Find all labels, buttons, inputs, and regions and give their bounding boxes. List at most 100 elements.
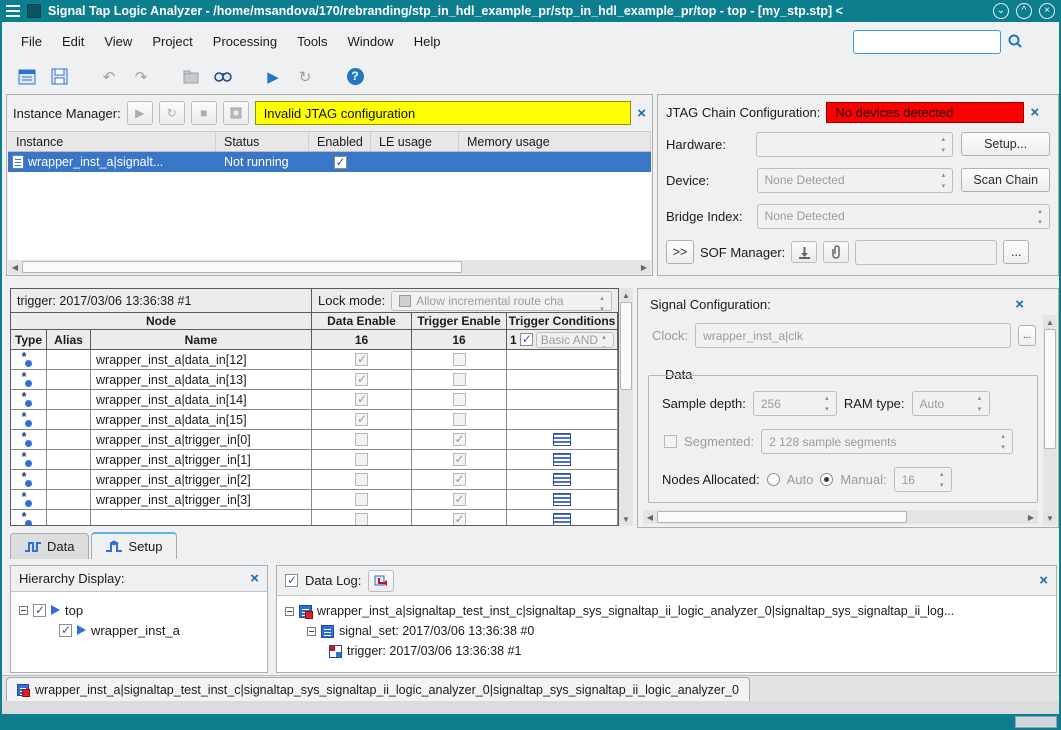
data-enable-checkbox[interactable] — [355, 353, 368, 366]
compile-icon[interactable] — [178, 64, 204, 90]
log-instance-label[interactable]: wrapper_inst_a|signaltap_test_inst_c|sig… — [317, 604, 954, 618]
table-row[interactable]: * wrapper_inst_a|data_in[14] — [11, 390, 618, 410]
column-enabled[interactable]: Enabled — [309, 132, 371, 151]
trigger-condition-icon[interactable] — [553, 473, 571, 486]
segmented-checkbox[interactable] — [664, 435, 677, 448]
lock-mode-select[interactable]: Allow incremental route cha — [391, 291, 612, 311]
im-autorun-icon[interactable]: ↻ — [159, 101, 185, 125]
spinner-icon[interactable] — [936, 469, 948, 491]
node-alias-cell[interactable] — [47, 410, 91, 429]
scroll-left-icon[interactable]: ◀ — [8, 260, 22, 274]
sample-depth-select[interactable]: 256 — [753, 391, 837, 416]
shade-button[interactable]: ⌄ — [993, 3, 1009, 19]
spinner-icon[interactable] — [821, 393, 833, 415]
im-run-analysis-icon[interactable]: ▶ — [127, 101, 153, 125]
tab-setup[interactable]: Setup — [91, 532, 177, 559]
trigger-condition-cell[interactable] — [507, 430, 618, 449]
data-enable-checkbox[interactable] — [355, 373, 368, 386]
menu-window[interactable]: Window — [338, 31, 402, 52]
undo-icon[interactable]: ↶ — [96, 64, 122, 90]
node-alias-cell[interactable] — [47, 490, 91, 509]
scroll-up-icon[interactable]: ▲ — [1043, 315, 1057, 329]
log-trigger-label[interactable]: trigger: 2017/03/06 13:36:38 #1 — [347, 644, 521, 658]
tab-data[interactable]: Data — [10, 533, 89, 559]
search-input[interactable] — [853, 30, 1001, 54]
trigger-condition-icon[interactable] — [553, 453, 571, 466]
scroll-thumb[interactable] — [22, 261, 462, 273]
data-enable-checkbox[interactable] — [355, 413, 368, 426]
node-alias-cell[interactable] — [47, 350, 91, 369]
trigger-condition-cell[interactable] — [507, 470, 618, 489]
trigger-condition-cell[interactable] — [507, 410, 618, 429]
menu-tools[interactable]: Tools — [288, 31, 336, 52]
hierarchy-close-icon[interactable]: × — [250, 571, 259, 586]
device-select[interactable]: None Detected — [757, 168, 954, 193]
node-name[interactable]: wrapper_inst_a|data_in[13] — [91, 370, 312, 389]
data-enable-checkbox[interactable] — [355, 393, 368, 406]
node-name[interactable]: wrapper_inst_a|trigger_in[1] — [91, 450, 312, 469]
trigger-condition-cell[interactable] — [507, 390, 618, 409]
menu-edit[interactable]: Edit — [53, 31, 93, 52]
hierarchy-top-label[interactable]: top — [65, 603, 83, 618]
scan-chain-button[interactable]: Scan Chain — [961, 168, 1050, 192]
spinner-icon[interactable] — [596, 293, 608, 311]
instance-tab[interactable]: wrapper_inst_a|signaltap_test_inst_c|sig… — [6, 677, 750, 701]
node-name[interactable]: wrapper_inst_a|trigger_in[2] — [91, 470, 312, 489]
scroll-thumb[interactable] — [620, 302, 632, 390]
desktop-panel-widget[interactable] — [1015, 716, 1057, 728]
trigger-condition-cell[interactable] — [507, 350, 618, 369]
expand-panel-button[interactable]: >> — [666, 240, 694, 264]
column-memory-usage[interactable]: Memory usage — [459, 132, 651, 151]
data-enable-checkbox[interactable] — [355, 493, 368, 506]
data-enable-checkbox[interactable] — [355, 453, 368, 466]
node-alias-cell[interactable] — [47, 370, 91, 389]
scroll-up-icon[interactable]: ▲ — [619, 288, 633, 302]
run-analysis-icon[interactable]: ▶ — [260, 64, 286, 90]
attach-sof-icon[interactable] — [823, 241, 849, 263]
hierarchy-node-top[interactable]: top — [19, 600, 259, 620]
save-icon[interactable] — [46, 64, 72, 90]
menu-view[interactable]: View — [95, 31, 141, 52]
trigger-condition-icon[interactable] — [553, 513, 571, 526]
menu-project[interactable]: Project — [143, 31, 201, 52]
scroll-right-icon[interactable]: ▶ — [1024, 510, 1038, 524]
hierarchy-child-label[interactable]: wrapper_inst_a — [91, 623, 180, 638]
nodes-manual-radio[interactable] — [820, 473, 833, 486]
bridge-index-select[interactable]: None Detected — [757, 204, 1050, 229]
node-name[interactable]: wrapper_inst_a|data_in[14] — [91, 390, 312, 409]
table-row[interactable]: * wrapper_inst_a|data_in[15] — [11, 410, 618, 430]
trigger-enable-checkbox[interactable] — [453, 453, 466, 466]
data-enable-checkbox[interactable] — [355, 513, 368, 526]
table-row[interactable]: * wrapper_inst_a|trigger_in[0] — [11, 430, 618, 450]
node-alias-cell[interactable] — [47, 470, 91, 489]
hierarchy-node-child[interactable]: wrapper_inst_a — [19, 620, 259, 640]
trigger-enable-checkbox[interactable] — [453, 513, 466, 526]
condition-enable-checkbox[interactable] — [520, 333, 533, 346]
hierarchy-child-checkbox[interactable] — [59, 624, 72, 637]
autorun-analysis-icon[interactable]: ↻ — [292, 64, 318, 90]
node-table-vscrollbar[interactable]: ▲ ▼ — [619, 288, 633, 526]
scroll-down-icon[interactable]: ▼ — [1043, 511, 1057, 525]
trigger-condition-cell[interactable] — [507, 450, 618, 469]
node-alias-cell[interactable] — [47, 430, 91, 449]
node-name[interactable]: wrapper_inst_a|data_in[12] — [91, 350, 312, 369]
table-row[interactable]: * wrapper_inst_a|trigger_in[1] — [11, 450, 618, 470]
ram-type-select[interactable]: Auto — [912, 391, 990, 416]
instance-icon[interactable] — [14, 64, 40, 90]
signal-config-hscrollbar[interactable]: ◀ ▶ — [643, 510, 1038, 524]
segmented-select[interactable]: 2 128 sample segments — [761, 429, 1013, 454]
trigger-condition-icon[interactable] — [553, 433, 571, 446]
trigger-enable-checkbox[interactable] — [453, 493, 466, 506]
window-menu-icon[interactable] — [6, 5, 20, 17]
find-icon[interactable] — [210, 64, 236, 90]
table-row[interactable]: * wrapper_inst_a|data_in[12] — [11, 350, 618, 370]
search-action-icon[interactable] — [1007, 33, 1025, 51]
instance-enabled-checkbox[interactable] — [334, 156, 347, 169]
node-name[interactable]: wrapper_inst_a|data_in[15] — [91, 410, 312, 429]
instance-manager-close-icon[interactable]: × — [637, 106, 646, 121]
column-instance[interactable]: Instance — [8, 132, 216, 151]
scroll-down-icon[interactable]: ▼ — [619, 512, 633, 526]
spinner-icon[interactable] — [974, 393, 986, 415]
scroll-thumb[interactable] — [657, 511, 907, 523]
trigger-enable-checkbox[interactable] — [453, 473, 466, 486]
